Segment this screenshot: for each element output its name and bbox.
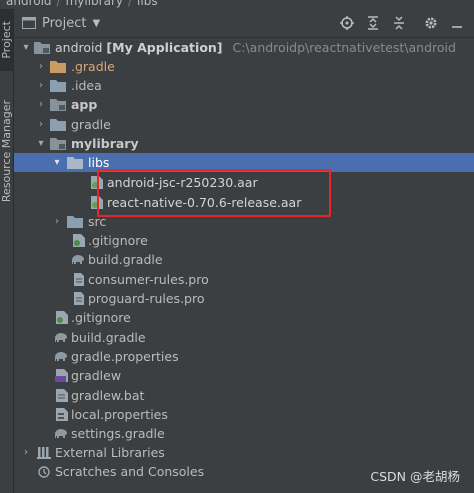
properties-file-icon (54, 408, 70, 422)
folder-icon (50, 79, 66, 93)
project-tree: ▾ android [My Application] C:\androidp\r… (14, 38, 474, 493)
breadcrumb-item[interactable]: mylibrary (66, 0, 123, 8)
tree-item-label: build.gradle (71, 330, 146, 345)
chevron-right-icon[interactable]: › (52, 216, 62, 227)
watermark: CSDN @老胡杨 (370, 469, 460, 484)
settings-icon[interactable] (424, 16, 438, 30)
module-folder-icon (50, 98, 66, 112)
tab-project-label: Project (0, 21, 13, 59)
tree-item-label: .gitignore (71, 310, 131, 325)
gitignore-file-icon (71, 234, 87, 248)
chevron-right-icon[interactable]: › (36, 99, 46, 110)
tree-item-label: proguard-rules.pro (88, 291, 205, 306)
chevron-right-icon[interactable]: › (36, 80, 46, 91)
tree-item-file[interactable]: settings.gradle (14, 424, 474, 443)
folder-icon (67, 156, 83, 170)
scratches-icon (36, 465, 52, 479)
chevron-right-icon[interactable]: › (36, 61, 46, 72)
tree-item-idea-dir[interactable]: › .idea (14, 76, 474, 95)
chevron-right-icon[interactable]: › (21, 447, 31, 458)
root-path: C:\androidp\reactnativetest\android (232, 40, 456, 55)
chevron-right-icon[interactable]: › (36, 119, 46, 130)
folder-icon (50, 118, 66, 132)
tree-item-label: build.gradle (88, 252, 163, 267)
project-view-selector[interactable]: Project (42, 16, 86, 31)
gradle-elephant-icon (53, 427, 69, 441)
tree-item-label: .gitignore (88, 233, 148, 248)
tree-item-aar-file[interactable]: android-jsc-r250230.aar (14, 173, 474, 192)
gradle-elephant-icon (53, 350, 69, 364)
expand-all-icon[interactable] (366, 16, 380, 30)
tree-item-file[interactable]: build.gradle (14, 250, 474, 269)
tree-item-file[interactable]: build.gradle (14, 328, 474, 347)
shell-script-icon (54, 369, 70, 383)
tree-item-libs-dir[interactable]: ▾ libs (14, 153, 474, 172)
gradle-elephant-icon (53, 331, 69, 345)
tree-item-file[interactable]: proguard-rules.pro (14, 289, 474, 308)
chevron-down-icon[interactable]: ▾ (21, 42, 31, 53)
tree-item-gradle-folder[interactable]: › gradle (14, 115, 474, 134)
tree-item-label: settings.gradle (71, 426, 165, 441)
tree-item-label: android-jsc-r250230.aar (107, 175, 258, 190)
tree-item-label: .idea (71, 78, 102, 93)
tree-item-mylibrary-module[interactable]: ▾ mylibrary (14, 134, 474, 153)
tree-item-file[interactable]: local.properties (14, 405, 474, 424)
folder-icon (50, 60, 66, 74)
gitignore-file-icon (54, 311, 70, 325)
tree-item-file[interactable]: .gitignore (14, 231, 474, 250)
root-name: android (55, 40, 103, 55)
archive-file-icon (89, 176, 105, 190)
tree-item-label: gradle (71, 117, 111, 132)
gradle-elephant-icon (70, 253, 86, 267)
tree-item-label: mylibrary (71, 136, 139, 151)
tree-item-file[interactable]: gradle.properties (14, 347, 474, 366)
tree-item-file[interactable]: gradlew (14, 366, 474, 385)
project-panel-header: Project ▼ (14, 9, 474, 38)
tab-project[interactable]: Project (0, 9, 13, 71)
tree-item-external-libraries[interactable]: › External Libraries (14, 443, 474, 462)
tree-item-file[interactable]: .gitignore (14, 308, 474, 327)
archive-file-icon (89, 196, 105, 210)
tree-item-android-root[interactable]: ▾ android [My Application] C:\androidp\r… (14, 38, 474, 57)
hide-icon[interactable] (450, 16, 464, 30)
tree-item-src-dir[interactable]: › src (14, 212, 474, 231)
batch-file-icon (54, 389, 70, 403)
tree-item-label: External Libraries (55, 445, 165, 460)
tree-item-label: consumer-rules.pro (88, 272, 209, 287)
collapse-all-icon[interactable] (392, 16, 406, 30)
chevron-down-icon[interactable]: ▾ (52, 157, 62, 168)
tab-resource-manager-label: Resource Manager (0, 99, 13, 203)
tree-item-aar-file[interactable]: react-native-0.70.6-release.aar (14, 193, 474, 212)
tree-item-label: react-native-0.70.6-release.aar (107, 195, 302, 210)
locate-icon[interactable] (340, 16, 354, 30)
tree-item-gradle-dir[interactable]: › .gradle (14, 57, 474, 76)
tree-item-label: Scratches and Consoles (55, 464, 205, 479)
chevron-down-icon[interactable]: ▼ (92, 18, 100, 29)
tool-window-strip: Project Resource Manager (0, 9, 14, 493)
folder-icon (67, 215, 83, 229)
module-folder-icon (34, 41, 50, 55)
tree-item-label: src (88, 214, 107, 229)
tree-item-label: app (71, 97, 98, 112)
tree-item-label: libs (88, 155, 110, 170)
breadcrumb-item[interactable]: libs (137, 0, 158, 8)
tab-resource-manager[interactable]: Resource Manager (0, 91, 13, 211)
tree-item-file[interactable]: gradlew.bat (14, 386, 474, 405)
tree-item-file[interactable]: consumer-rules.pro (14, 270, 474, 289)
tree-item-label: gradlew.bat (71, 388, 145, 403)
project-view-icon (22, 17, 36, 29)
module-folder-icon (50, 137, 66, 151)
tree-item-label: gradle.properties (71, 349, 179, 364)
tree-item-label: .gradle (71, 59, 115, 74)
tree-item-app-module[interactable]: › app (14, 95, 474, 114)
breadcrumb-item[interactable]: android (6, 0, 52, 8)
library-icon (36, 446, 52, 460)
tree-item-label: gradlew (71, 368, 122, 383)
text-file-icon (71, 273, 87, 287)
tree-item-label: local.properties (71, 407, 168, 422)
text-file-icon (71, 292, 87, 306)
chevron-down-icon[interactable]: ▾ (36, 138, 46, 149)
root-module-label: [My Application] (106, 40, 223, 55)
